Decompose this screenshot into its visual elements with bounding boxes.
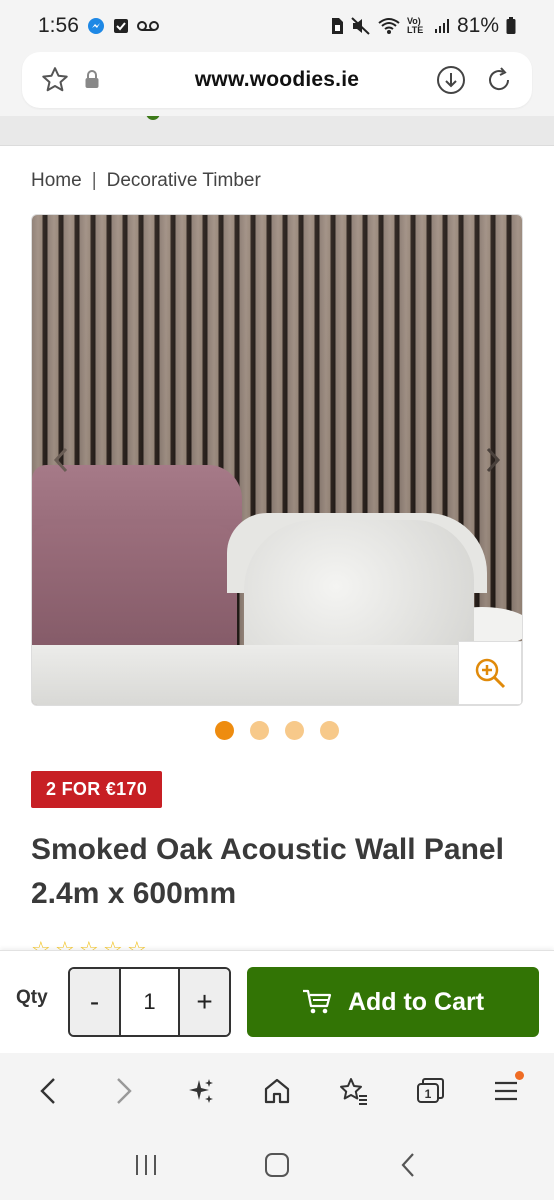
system-back-button[interactable] xyxy=(380,1137,436,1193)
carousel-dot-4[interactable] xyxy=(320,721,339,740)
tabs-icon: 1 xyxy=(416,1078,444,1103)
status-right: Vo) LTE 81% xyxy=(330,14,516,38)
bookmarks-button[interactable] xyxy=(325,1063,381,1119)
forward-button[interactable] xyxy=(96,1063,152,1119)
zoom-button[interactable] xyxy=(458,641,522,705)
lock-icon xyxy=(84,70,100,90)
logo-fragment xyxy=(146,116,160,120)
status-bar: 1:56 Vo) LTE 81% xyxy=(0,0,554,52)
url-bar-right xyxy=(436,65,514,95)
wifi-icon xyxy=(378,17,400,35)
download-icon[interactable] xyxy=(436,65,466,95)
quantity-stepper: - 1 + xyxy=(68,967,231,1037)
bookmarks-icon xyxy=(340,1078,368,1105)
carousel-dot-3[interactable] xyxy=(285,721,304,740)
tabs-button[interactable]: 1 xyxy=(402,1063,458,1119)
breadcrumb: Home | Decorative Timber xyxy=(31,170,261,192)
system-back-icon xyxy=(401,1152,415,1177)
promo-badge: 2 FOR €170 xyxy=(31,771,163,808)
status-time: 1:56 xyxy=(38,14,79,37)
cart-icon xyxy=(302,989,332,1014)
forward-icon xyxy=(117,1078,133,1104)
browser-toolbar: www.woodies.ie xyxy=(0,52,554,116)
recent-apps-button[interactable] xyxy=(118,1137,174,1193)
menu-icon xyxy=(494,1081,517,1101)
site-header-strip xyxy=(0,116,554,146)
increment-button[interactable]: + xyxy=(180,969,229,1035)
menu-button[interactable] xyxy=(478,1063,534,1119)
breadcrumb-home[interactable]: Home xyxy=(31,170,82,192)
add-to-cart-label: Add to Cart xyxy=(347,987,485,1016)
product-title: Smoked Oak Acoustic Wall Panel 2.4m x 60… xyxy=(31,828,531,916)
breadcrumb-separator: | xyxy=(91,170,97,191)
url-bar-left xyxy=(40,65,100,95)
system-home-button[interactable] xyxy=(249,1137,305,1193)
zoom-in-icon xyxy=(475,658,506,689)
browser-bottom-nav: 1 xyxy=(0,1053,554,1129)
mute-icon xyxy=(351,17,371,35)
system-home-icon xyxy=(264,1152,289,1177)
recent-apps-icon xyxy=(135,1154,156,1175)
star-icon[interactable] xyxy=(40,65,70,95)
battery-percent: 81% xyxy=(456,14,499,37)
menu-notification-dot xyxy=(514,1071,524,1080)
carousel-dots xyxy=(0,721,554,740)
battery-icon xyxy=(506,17,516,35)
voicemail-icon xyxy=(136,20,159,32)
breadcrumb-category[interactable]: Decorative Timber xyxy=(107,170,261,192)
home-icon xyxy=(264,1078,290,1104)
quantity-input[interactable]: 1 xyxy=(119,969,180,1035)
messenger-icon xyxy=(87,17,105,35)
url-bar[interactable]: www.woodies.ie xyxy=(22,52,532,108)
carousel-prev-button[interactable] xyxy=(50,443,72,477)
product-title-line1: Smoked Oak Acoustic Wall Panel xyxy=(31,833,504,866)
add-to-cart-button[interactable]: Add to Cart xyxy=(247,967,539,1037)
network-type-label: Vo) LTE xyxy=(406,16,424,35)
signal-icon xyxy=(434,18,450,34)
reload-icon[interactable] xyxy=(484,65,514,95)
carousel-next-button[interactable] xyxy=(482,443,504,477)
ai-sparkle-icon xyxy=(188,1079,213,1103)
system-nav-bar xyxy=(0,1129,554,1200)
tab-count: 1 xyxy=(424,1087,431,1101)
sofa-base xyxy=(32,645,522,705)
sim-icon xyxy=(330,17,344,35)
product-title-line2: 2.4m x 600mm xyxy=(31,877,237,910)
carousel-dot-2[interactable] xyxy=(250,721,269,740)
back-button[interactable] xyxy=(20,1063,76,1119)
home-button[interactable] xyxy=(249,1063,305,1119)
sticky-cart-bar: Qty - 1 + Add to Cart xyxy=(0,950,554,1053)
ai-sparkle-button[interactable] xyxy=(173,1063,229,1119)
checkbox-notification-icon xyxy=(113,18,129,34)
product-image-carousel[interactable] xyxy=(31,214,523,706)
back-icon xyxy=(40,1078,55,1104)
decrement-button[interactable]: - xyxy=(70,969,119,1035)
carousel-dot-1[interactable] xyxy=(215,721,234,740)
status-left: 1:56 xyxy=(38,14,159,38)
qty-label: Qty xyxy=(16,987,48,1008)
